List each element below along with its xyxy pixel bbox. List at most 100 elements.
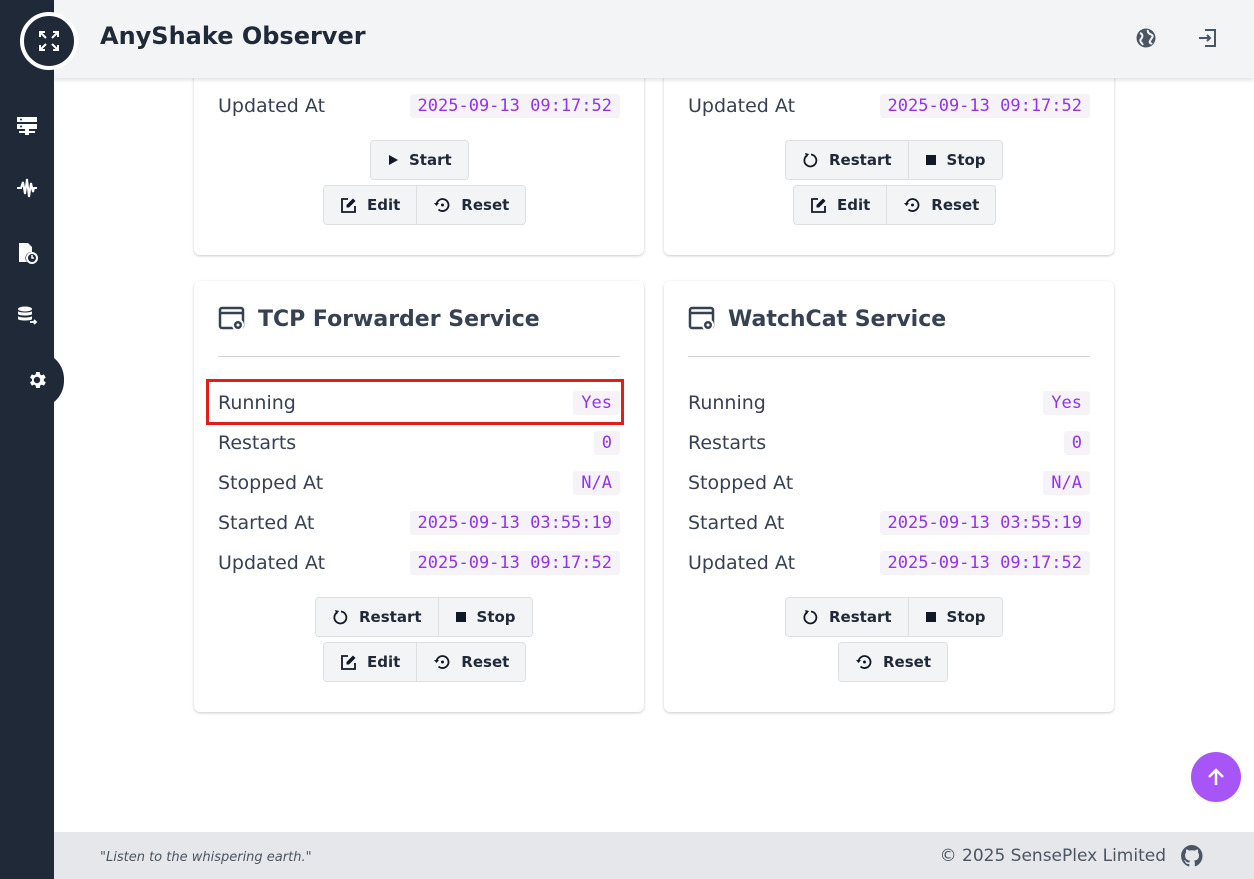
gear-icon <box>26 369 48 391</box>
status-label: Updated At <box>688 552 796 574</box>
status-row-started-at: Started At 2025-09-13 03:55:19 <box>218 510 620 536</box>
config-button-group: Edit Reset <box>323 642 527 682</box>
status-row: Updated At 2025-09-13 09:17:52 <box>218 93 620 119</box>
card-divider <box>218 356 620 357</box>
scroll-to-top-button[interactable] <box>1191 752 1241 802</box>
status-row-started-at: Started At 2025-09-13 03:55:19 <box>688 510 1090 536</box>
config-button-group: Edit Reset <box>793 185 997 225</box>
edit-button[interactable]: Edit <box>324 643 417 681</box>
status-label: Stopped At <box>688 472 794 494</box>
expand-icon <box>38 30 60 52</box>
edit-icon <box>810 197 827 214</box>
edit-label: Edit <box>837 196 871 214</box>
status-value: 0 <box>1063 431 1090 455</box>
restart-icon <box>332 609 349 626</box>
status-value: 0 <box>593 431 620 455</box>
status-value: N/A <box>1043 471 1090 495</box>
config-button-group: Edit Reset <box>323 185 527 225</box>
control-button-group: Restart Stop <box>315 597 533 637</box>
edit-label: Edit <box>367 653 401 671</box>
github-icon[interactable] <box>1180 844 1204 868</box>
control-button-group: Restart Stop <box>785 597 1003 637</box>
reset-button[interactable]: Reset <box>839 643 947 681</box>
stop-button[interactable]: Stop <box>907 141 1002 179</box>
history-icon <box>433 653 451 671</box>
card-title-text: TCP Forwarder Service <box>258 306 540 332</box>
window-gear-icon <box>688 305 716 333</box>
fullscreen-toggle[interactable] <box>20 12 78 70</box>
control-button-group: Start <box>370 140 469 180</box>
status-row-updated-at: Updated At 2025-09-13 09:17:52 <box>688 550 1090 576</box>
service-card-tcp-forwarder: TCP Forwarder Service Running Yes Restar… <box>194 281 644 712</box>
edit-icon <box>340 654 357 671</box>
window-gear-icon <box>218 305 246 333</box>
status-label: Running <box>688 392 766 414</box>
reset-label: Reset <box>461 653 510 671</box>
reset-button[interactable]: Reset <box>416 643 526 681</box>
status-label: Restarts <box>218 432 297 454</box>
status-label: Updated At <box>218 95 326 117</box>
stop-label: Stop <box>946 151 986 169</box>
start-button[interactable]: Start <box>371 141 468 179</box>
status-value: 2025-09-13 03:55:19 <box>879 511 1090 535</box>
start-label: Start <box>409 151 452 169</box>
reset-label: Reset <box>461 196 510 214</box>
status-label: Updated At <box>688 95 796 117</box>
card-title: WatchCat Service <box>688 305 946 333</box>
status-value: 2025-09-13 03:55:19 <box>409 511 620 535</box>
status-label: Started At <box>218 512 315 534</box>
footer-motto: "Listen to the whispering earth." <box>100 850 312 865</box>
status-value: 2025-09-13 09:17:52 <box>409 94 620 118</box>
sidebar <box>0 0 64 879</box>
restart-label: Restart <box>829 151 892 169</box>
footer-copyright: © 2025 SensePlex Limited <box>939 846 1166 866</box>
restart-icon <box>802 152 819 169</box>
footer: "Listen to the whispering earth." © 2025… <box>54 832 1254 879</box>
globe-icon[interactable] <box>1134 26 1158 50</box>
card-title: TCP Forwarder Service <box>218 305 540 333</box>
stop-label: Stop <box>946 608 986 626</box>
control-button-group: Restart Stop <box>785 140 1003 180</box>
status-row: Updated At 2025-09-13 09:17:52 <box>688 93 1090 119</box>
status-row-stopped-at: Stopped At N/A <box>688 470 1090 496</box>
restart-icon <box>802 609 819 626</box>
status-row-updated-at: Updated At 2025-09-13 09:17:52 <box>218 550 620 576</box>
history-icon <box>433 196 451 214</box>
app-title: AnyShake Observer <box>100 22 366 50</box>
edit-label: Edit <box>367 196 401 214</box>
stop-icon <box>925 611 937 623</box>
stop-icon <box>925 154 937 166</box>
restart-button[interactable]: Restart <box>786 598 908 636</box>
database-export-icon[interactable] <box>15 304 39 328</box>
history-icon <box>855 653 873 671</box>
stop-button[interactable]: Stop <box>437 598 532 636</box>
stop-button[interactable]: Stop <box>907 598 1002 636</box>
server-icon[interactable] <box>15 114 39 138</box>
service-card-watchcat: WatchCat Service Running Yes Restarts 0 … <box>664 281 1114 712</box>
reset-label: Reset <box>931 196 980 214</box>
reset-button[interactable]: Reset <box>886 186 996 224</box>
edit-button[interactable]: Edit <box>324 186 417 224</box>
main-content: Updated At 2025-09-13 09:17:52 Start Edi… <box>54 0 1254 832</box>
status-value: 2025-09-13 09:17:52 <box>879 94 1090 118</box>
status-value: 2025-09-13 09:17:52 <box>879 551 1090 575</box>
status-label: Updated At <box>218 552 326 574</box>
stop-label: Stop <box>476 608 516 626</box>
status-label: Started At <box>688 512 785 534</box>
card-title-text: WatchCat Service <box>728 306 947 332</box>
edit-button[interactable]: Edit <box>794 186 887 224</box>
restart-label: Restart <box>829 608 892 626</box>
file-history-icon[interactable] <box>15 241 39 265</box>
reset-label: Reset <box>883 653 931 671</box>
top-header: AnyShake Observer <box>54 0 1254 78</box>
restart-button[interactable]: Restart <box>316 598 438 636</box>
highlight-box <box>206 379 624 425</box>
reset-button[interactable]: Reset <box>416 186 526 224</box>
arrow-up-icon <box>1204 765 1228 789</box>
restart-button[interactable]: Restart <box>786 141 908 179</box>
logout-icon[interactable] <box>1196 26 1220 50</box>
waveform-icon[interactable] <box>15 176 39 200</box>
status-row-stopped-at: Stopped At N/A <box>218 470 620 496</box>
status-row-restarts: Restarts 0 <box>688 430 1090 456</box>
status-label: Restarts <box>688 432 767 454</box>
